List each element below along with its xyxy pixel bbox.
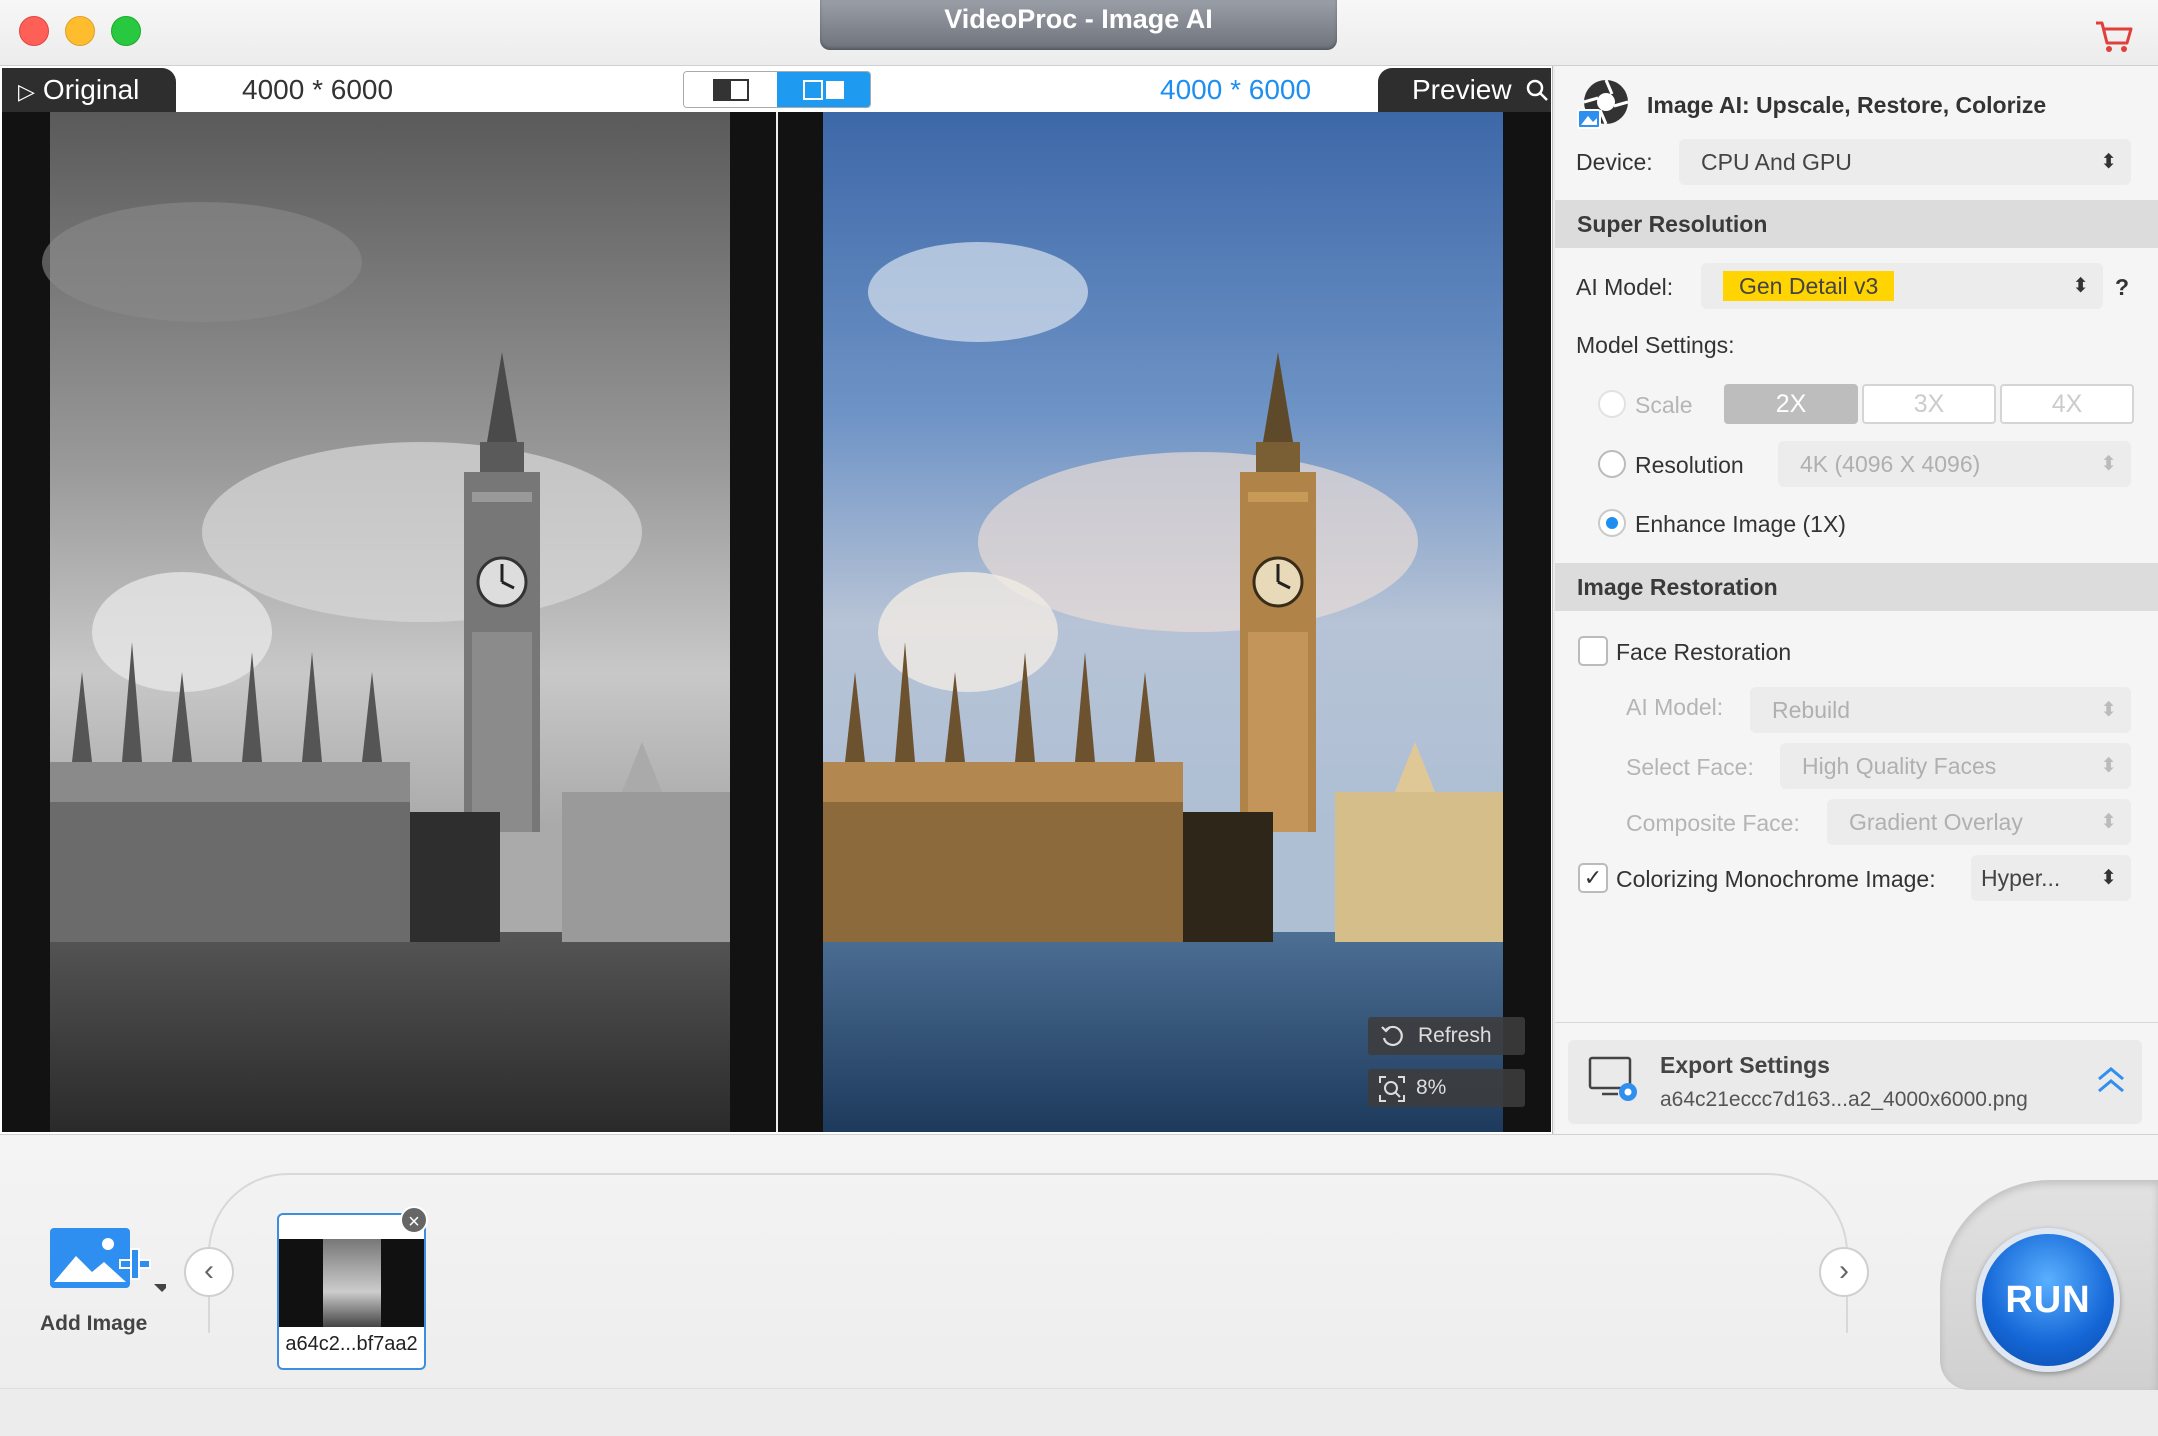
resolution-radio[interactable] xyxy=(1598,450,1626,478)
ai-model-value: Gen Detail v3 xyxy=(1723,271,1895,301)
chevron-updown-icon: ⬍ xyxy=(2100,151,2117,173)
export-settings-icon xyxy=(1588,1056,1637,1101)
scale-label: Scale xyxy=(1635,392,1693,418)
preview-tab[interactable]: Preview xyxy=(1378,68,1551,112)
zoom-value: 8% xyxy=(1416,1076,1447,1099)
face-ai-model-value: Rebuild xyxy=(1772,697,1850,723)
thumbnail-name: a64c2...bf7aa2 xyxy=(285,1333,418,1355)
chevron-updown-icon: ⬍ xyxy=(2100,811,2117,833)
remove-image-icon[interactable]: × xyxy=(400,1206,428,1234)
window-title: VideoProc - Image AI xyxy=(820,0,1337,50)
cart-icon[interactable] xyxy=(2094,20,2134,54)
device-label: Device: xyxy=(1576,149,1653,175)
chevron-updown-icon: ⬍ xyxy=(2100,755,2117,777)
device-value: CPU And GPU xyxy=(1701,149,1852,175)
resolution-value: 4K (4096 X 4096) xyxy=(1800,451,1981,477)
zoom-window-button[interactable] xyxy=(111,16,141,46)
face-restoration-checkbox[interactable] xyxy=(1578,636,1608,666)
panel-divider xyxy=(1555,1022,2158,1023)
composite-face-label: Composite Face: xyxy=(1626,810,1800,836)
chevron-updown-icon: ⬍ xyxy=(2100,453,2117,475)
image-restoration-header: Image Restoration xyxy=(1555,563,2158,611)
ai-model-select[interactable]: Gen Detail v3 ⬍ xyxy=(1701,263,2103,309)
single-view-button[interactable] xyxy=(684,72,777,107)
face-restoration-label: Face Restoration xyxy=(1616,639,1792,665)
device-select[interactable]: CPU And GPU ⬍ xyxy=(1679,139,2131,185)
original-image xyxy=(42,112,730,1132)
preview-image xyxy=(823,112,1503,1132)
add-image-icon xyxy=(50,1228,166,1292)
resolution-label: Resolution xyxy=(1635,452,1744,478)
help-icon[interactable]: ? xyxy=(2115,274,2129,301)
view-mode-toggle[interactable] xyxy=(683,71,871,108)
composite-face-select[interactable]: Gradient Overlay ⬍ xyxy=(1827,799,2131,845)
chevron-updown-icon: ⬍ xyxy=(2100,867,2117,889)
preview-dimensions: 4000 * 6000 xyxy=(1160,74,1312,105)
preview-image-pane[interactable] xyxy=(778,112,1551,1132)
chevron-updown-icon: ⬍ xyxy=(2072,275,2089,297)
select-face-label: Select Face: xyxy=(1626,754,1754,780)
radio-selected-dot xyxy=(1606,517,1618,529)
chevron-right-icon: › xyxy=(1839,1254,1849,1287)
next-image-button[interactable]: › xyxy=(1819,1247,1869,1297)
add-image-label: Add Image xyxy=(40,1312,148,1335)
chevron-updown-icon: ⬍ xyxy=(2100,699,2117,721)
double-chevron-up-icon[interactable] xyxy=(2096,1066,2126,1094)
select-face-value: High Quality Faces xyxy=(1802,753,1997,779)
close-window-button[interactable] xyxy=(19,16,49,46)
export-settings[interactable]: Export Settings a64c21eccc7d163...a2_400… xyxy=(1568,1040,2142,1124)
search-icon xyxy=(1527,79,1549,101)
zoom-control[interactable]: 8% xyxy=(1368,1069,1525,1107)
refresh-button[interactable]: Refresh xyxy=(1368,1017,1525,1055)
enhance-label: Enhance Image (1X) xyxy=(1635,511,1846,537)
preview-label: Preview xyxy=(1412,74,1512,105)
export-title: Export Settings xyxy=(1660,1052,1830,1078)
colorize-model-select[interactable]: Hyper... ⬍ xyxy=(1971,855,2131,901)
original-image-pane[interactable] xyxy=(2,112,776,1132)
colorize-label: Colorizing Monochrome Image: xyxy=(1616,866,1936,892)
zoom-fit-icon xyxy=(1379,1076,1405,1102)
resolution-select[interactable]: 4K (4096 X 4096) ⬍ xyxy=(1778,441,2131,487)
add-image-button[interactable]: Add Image xyxy=(40,1220,170,1340)
minimize-window-button[interactable] xyxy=(65,16,95,46)
refresh-icon xyxy=(1381,1025,1403,1047)
play-icon: ▷ xyxy=(18,79,35,104)
chevron-left-icon: ‹ xyxy=(204,1254,214,1287)
face-ai-model-label: AI Model: xyxy=(1626,694,1724,720)
colorize-checkbox[interactable]: ✓ xyxy=(1578,863,1608,893)
original-dimensions: 4000 * 6000 xyxy=(242,74,394,105)
checkmark-icon: ✓ xyxy=(1583,865,1603,890)
face-ai-model-select[interactable]: Rebuild ⬍ xyxy=(1750,687,2131,733)
panel-header: Image AI: Upscale, Restore, Colorize xyxy=(1647,92,2047,118)
super-resolution-header: Super Resolution xyxy=(1555,200,2158,248)
scale-radio[interactable] xyxy=(1598,390,1626,418)
status-bar xyxy=(0,1388,2158,1436)
thumbnail-image xyxy=(279,1239,424,1327)
scale-3x-button[interactable]: 3X xyxy=(1862,384,1996,424)
model-settings-label: Model Settings: xyxy=(1576,332,1735,358)
composite-face-value: Gradient Overlay xyxy=(1849,809,2023,835)
enhance-radio[interactable] xyxy=(1598,509,1626,537)
refresh-label: Refresh xyxy=(1418,1024,1492,1047)
scale-4x-button[interactable]: 4X xyxy=(2000,384,2134,424)
split-view-icon xyxy=(802,79,844,100)
ai-model-label: AI Model: xyxy=(1576,274,1674,300)
previous-image-button[interactable]: ‹ xyxy=(184,1247,234,1297)
select-face-select[interactable]: High Quality Faces ⬍ xyxy=(1780,743,2131,789)
run-button[interactable]: RUN xyxy=(1976,1228,2120,1372)
aperture-icon xyxy=(1577,79,1629,129)
colorize-model-value: Hyper... xyxy=(1981,865,2061,891)
export-filename: a64c21eccc7d163...a2_4000x6000.png xyxy=(1660,1088,2028,1111)
scale-2x-button[interactable]: 2X xyxy=(1724,384,1858,424)
original-label: Original xyxy=(42,74,140,105)
image-tray xyxy=(208,1173,1848,1333)
image-thumbnail[interactable]: a64c2...bf7aa2 xyxy=(277,1213,426,1370)
single-view-icon xyxy=(712,78,749,101)
split-view-button[interactable] xyxy=(777,72,870,107)
original-tab[interactable]: ▷ Original xyxy=(2,68,176,112)
